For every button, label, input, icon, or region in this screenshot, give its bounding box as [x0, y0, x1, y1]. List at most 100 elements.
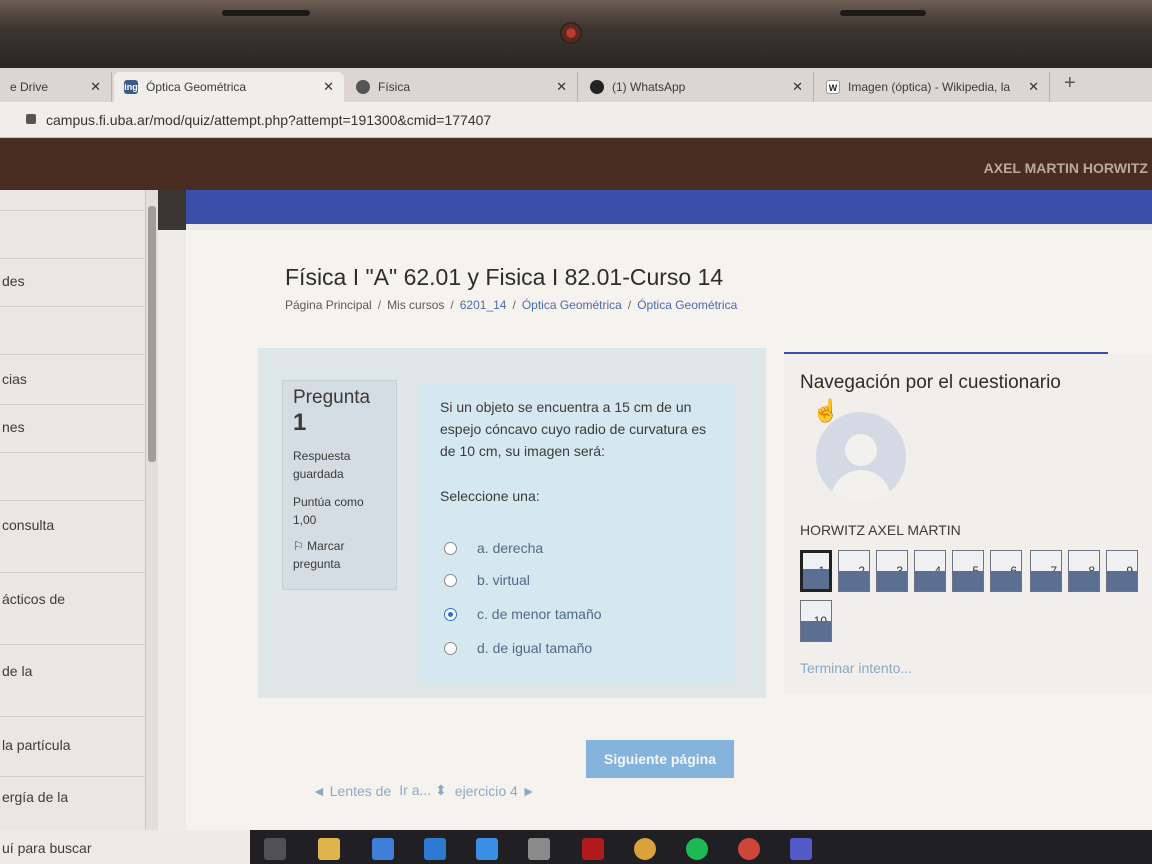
winamp-icon[interactable]	[528, 838, 550, 860]
breadcrumb-separator: /	[512, 298, 516, 312]
tab-label: e Drive	[10, 80, 49, 94]
tab-fisica[interactable]: Física ✕	[346, 72, 578, 102]
bezel-mark	[222, 10, 310, 16]
tab-label: Física	[378, 80, 411, 94]
answer-prompt: Seleccione una:	[440, 488, 540, 504]
quiz-navigation-title: Navegación por el cuestionario	[800, 372, 1061, 393]
breadcrumb-separator: /	[627, 298, 632, 312]
whatsapp-icon	[590, 80, 604, 94]
sidebar-item[interactable]: ácticos de	[0, 572, 146, 644]
sidebar-item[interactable]: ergía de la	[0, 776, 146, 830]
sidebar-item-blank[interactable]	[0, 306, 146, 354]
site-header: AXEL MARTIN HORWITZ	[0, 138, 1152, 190]
quiz-nav-button-7[interactable]: 7	[1030, 550, 1062, 592]
quiz-nav-button-1[interactable]: 1	[800, 550, 832, 592]
sidebar-item[interactable]: consulta	[0, 500, 146, 572]
question-text: Si un objeto se encuentra a 15 cm de un …	[440, 399, 707, 459]
answer-option-b[interactable]: b. virtual	[444, 572, 530, 588]
taskbar-search-input[interactable]: uí para buscar	[0, 830, 250, 864]
task-view-icon[interactable]	[264, 838, 286, 860]
close-icon[interactable]: ✕	[1028, 79, 1039, 95]
course-sidebar: des cias nes consulta ácticos de de la l…	[0, 190, 146, 830]
jump-to-select[interactable]: Ir a... ⬍	[399, 782, 447, 799]
tab-label: (1) WhatsApp	[612, 80, 686, 94]
breadcrumb-link[interactable]: Óptica Geométrica	[637, 298, 737, 312]
course-title: Física I "A" 62.01 y Fisica I 82.01-Curs…	[285, 264, 724, 290]
bezel-mark	[840, 10, 926, 16]
chrome-icon[interactable]	[738, 838, 760, 860]
tab-drive[interactable]: e Drive ✕	[0, 72, 112, 102]
sidebar-item[interactable]: de la	[0, 644, 146, 716]
radio-button[interactable]	[444, 641, 457, 655]
radio-button[interactable]	[444, 541, 457, 555]
tab-optica-geometrica[interactable]: ing Óptica Geométrica ✕	[114, 72, 344, 102]
radio-button-selected[interactable]	[444, 607, 457, 621]
tab-label: Imagen (óptica) - Wikipedia, la	[848, 80, 1011, 94]
netflix-icon[interactable]	[582, 838, 604, 860]
sidebar-scroll-thumb[interactable]	[148, 206, 156, 462]
lock-icon	[26, 114, 36, 124]
sidebar-item[interactable]: cias	[0, 354, 146, 404]
quiz-nav-button-3[interactable]: 3	[876, 550, 908, 592]
quiz-nav-button-6[interactable]: 6	[990, 550, 1022, 592]
sidebar-item[interactable]: des	[0, 258, 146, 306]
chrome-icon[interactable]	[634, 838, 656, 860]
tab-wikipedia[interactable]: W Imagen (óptica) - Wikipedia, la ✕	[816, 72, 1050, 102]
close-icon[interactable]: ✕	[90, 79, 101, 95]
mail-icon[interactable]	[424, 838, 446, 860]
breadcrumb-separator: /	[377, 298, 382, 312]
option-label: b. virtual	[477, 572, 530, 588]
question-body: Si un objeto se encuentra a 15 cm de un …	[420, 384, 734, 684]
wikipedia-icon: W	[826, 80, 840, 94]
address-bar[interactable]: campus.fi.uba.ar/mod/quiz/attempt.php?at…	[0, 102, 1152, 138]
breadcrumb-link[interactable]: Página Principal	[285, 298, 372, 312]
answer-option-d[interactable]: d. de igual tamaño	[444, 640, 592, 656]
question-info: Pregunta 1 Respuesta guardada Puntúa com…	[282, 380, 397, 590]
header-accent-bar	[186, 190, 1152, 230]
activity-navigation: ◄ Lentes de Ir a... ⬍ ejercicio 4 ►	[312, 782, 536, 799]
browser-tab-bar: e Drive ✕ ing Óptica Geométrica ✕ Física…	[0, 68, 1152, 102]
answer-option-a[interactable]: a. derecha	[444, 540, 543, 556]
breadcrumb-link[interactable]: 6201_14	[460, 298, 507, 312]
next-activity-link[interactable]: ejercicio 4 ►	[455, 783, 536, 799]
flag-question-button[interactable]: ⚐ Marcar pregunta	[293, 537, 386, 573]
user-menu[interactable]: AXEL MARTIN HORWITZ	[984, 160, 1148, 176]
radio-button[interactable]	[444, 573, 457, 587]
previous-activity-link[interactable]: ◄ Lentes de	[312, 783, 391, 799]
next-page-button[interactable]: Siguiente página	[586, 740, 734, 778]
tab-whatsapp[interactable]: (1) WhatsApp ✕	[580, 72, 814, 102]
sidebar-item-blank[interactable]	[0, 210, 146, 258]
option-label: c. de menor tamaño	[477, 606, 602, 622]
breadcrumb-link[interactable]: Mis cursos	[387, 298, 444, 312]
sidebar-item-blank[interactable]	[0, 452, 146, 500]
option-label: a. derecha	[477, 540, 544, 556]
url-text[interactable]: campus.fi.uba.ar/mod/quiz/attempt.php?at…	[46, 112, 491, 128]
close-icon[interactable]: ✕	[792, 79, 803, 95]
quiz-nav-button-4[interactable]: 4	[914, 550, 946, 592]
chrome-icon	[356, 80, 370, 94]
quiz-nav-button-2[interactable]: 2	[838, 550, 870, 592]
close-icon[interactable]: ✕	[556, 79, 567, 95]
breadcrumb-link[interactable]: Óptica Geométrica	[522, 298, 622, 312]
question-points: Puntúa como 1,00	[293, 495, 364, 527]
answer-option-c[interactable]: c. de menor tamaño	[444, 606, 602, 622]
option-label: d. de igual tamaño	[477, 640, 593, 656]
spotify-icon[interactable]	[686, 838, 708, 860]
quiz-nav-button-10[interactable]: 10	[800, 600, 832, 642]
quiz-nav-button-9[interactable]: 9	[1106, 550, 1138, 592]
close-icon[interactable]: ✕	[323, 79, 334, 95]
teams-icon[interactable]	[790, 838, 812, 860]
chevron-updown-icon: ⬍	[435, 782, 447, 798]
sidebar-item[interactable]: la partícula	[0, 716, 146, 776]
quiz-nav-button-8[interactable]: 8	[1068, 550, 1100, 592]
file-explorer-icon[interactable]	[318, 838, 340, 860]
jump-to-label: Ir a...	[399, 782, 432, 798]
store-icon[interactable]	[372, 838, 394, 860]
breadcrumb: Página Principal / Mis cursos / 6201_14 / Ópti…	[285, 298, 737, 312]
quiz-nav-button-5[interactable]: 5	[952, 550, 984, 592]
new-tab-button[interactable]: +	[1064, 72, 1076, 95]
question-status: Respuesta guardada	[293, 449, 351, 481]
finish-attempt-link[interactable]: Terminar intento...	[800, 660, 912, 676]
sidebar-item[interactable]: nes	[0, 404, 146, 452]
dropbox-icon[interactable]	[476, 838, 498, 860]
